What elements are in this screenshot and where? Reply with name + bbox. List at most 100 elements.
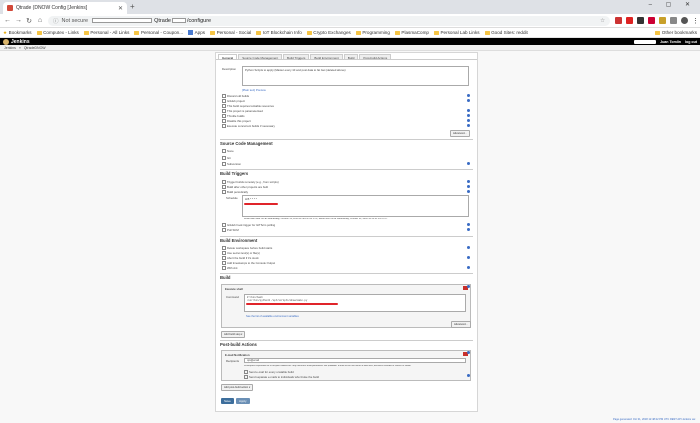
breadcrumb-item[interactable]: Jenkins: [4, 46, 16, 50]
logout-link[interactable]: log out: [685, 40, 697, 44]
extension-dark-icon[interactable]: [637, 17, 644, 24]
help-icon[interactable]: [467, 180, 470, 183]
help-icon[interactable]: [467, 109, 470, 112]
other-bookmarks[interactable]: Other bookmarks: [655, 30, 697, 35]
help-icon[interactable]: [467, 285, 470, 288]
env-delete-workspace[interactable]: Delete workspace before build starts: [222, 246, 272, 250]
add-post-build-action-button[interactable]: Add post-build action ▾: [221, 384, 254, 391]
menu-kebab-icon[interactable]: ⋮: [692, 17, 699, 25]
add-build-step-button[interactable]: Add build step ▾: [221, 331, 246, 338]
bookmark-item[interactable]: Good Sites: reddit: [484, 30, 528, 35]
scm-subversion-radio[interactable]: Subversion: [222, 162, 241, 166]
env-variables-link[interactable]: See the list of available environment va…: [246, 315, 299, 318]
trigger-periodically[interactable]: Build periodically: [222, 190, 248, 194]
build-advanced-button[interactable]: Advanced...: [451, 321, 471, 328]
help-icon[interactable]: [467, 228, 470, 231]
tab-post-build[interactable]: Post-build Actions: [359, 54, 392, 60]
help-icon[interactable]: [467, 223, 470, 226]
browser-tab[interactable]: Qtrade (DNOW Config [Jenkins] ✕: [3, 2, 127, 14]
email-individuals[interactable]: Send separate e-mails to individuals who…: [244, 375, 319, 379]
help-icon[interactable]: [467, 256, 470, 259]
back-arrow-icon[interactable]: ←: [4, 17, 11, 24]
help-icon[interactable]: [467, 114, 470, 117]
help-icon[interactable]: [467, 124, 470, 127]
info-icon[interactable]: ⓘ: [53, 17, 59, 25]
breadcrumb-item[interactable]: QtradeDNOW: [24, 46, 46, 50]
option-disable-project[interactable]: Disable this project: [222, 119, 251, 123]
description-textarea[interactable]: Python Scripts to apply (Master every 10…: [242, 66, 469, 86]
divider: [220, 139, 473, 140]
help-icon[interactable]: [467, 266, 470, 269]
help-icon[interactable]: [467, 374, 470, 377]
address-bar[interactable]: ⓘ Not secure Qtrade /configure ☆: [48, 15, 610, 26]
forward-arrow-icon[interactable]: →: [15, 17, 22, 24]
tab-scm[interactable]: Source Code Management: [238, 54, 283, 60]
save-button[interactable]: Save: [221, 398, 234, 404]
bookmark-item[interactable]: ★ Bookmarks: [3, 30, 32, 36]
bookmark-item[interactable]: Computex - Links: [36, 30, 79, 35]
help-icon[interactable]: [467, 351, 470, 354]
tab-build[interactable]: Build: [343, 54, 359, 60]
scm-none-radio[interactable]: None: [222, 149, 234, 153]
help-icon[interactable]: [467, 119, 470, 122]
schedule-textarea[interactable]: H/5 * * * *: [242, 195, 469, 217]
bookmark-item[interactable]: Personal - Coupon...: [134, 30, 183, 35]
trigger-github-hook[interactable]: GitHub hook trigger for GITScm polling: [222, 223, 275, 227]
trigger-after-other[interactable]: Build after other projects are built: [222, 185, 268, 189]
email-every-unstable[interactable]: Send e-mail for every unstable build: [244, 370, 294, 374]
trigger-poll-scm[interactable]: Poll SCM: [222, 228, 239, 232]
trigger-remote[interactable]: Trigger builds remotely (e.g., from scri…: [222, 180, 279, 184]
extension-lastpass-icon[interactable]: [648, 17, 655, 24]
help-icon[interactable]: [467, 185, 470, 188]
page-footer[interactable]: Page generated: Oct 31, 2018 12:48:22 PM…: [613, 418, 696, 421]
option-parameterised[interactable]: This project is parameterised: [222, 109, 263, 113]
env-abort-stuck[interactable]: Abort the build if it's stuck: [222, 256, 259, 260]
tab-general[interactable]: General: [218, 54, 238, 60]
help-icon[interactable]: [467, 99, 470, 102]
user-link[interactable]: Juan Tomlin: [660, 40, 681, 44]
bookmark-item[interactable]: Apps: [188, 30, 205, 35]
env-secret-text[interactable]: Use secret text(s) or file(s): [222, 251, 260, 255]
jenkins-brand[interactable]: Jenkins: [11, 39, 30, 45]
option-discard-old-builds[interactable]: Discard old builds: [222, 94, 249, 98]
option-throttle-builds[interactable]: Throttle builds: [222, 114, 245, 118]
profile-avatar[interactable]: [681, 17, 688, 24]
extension-yellow-icon[interactable]: [659, 17, 666, 24]
option-lockable-resources[interactable]: This build requires lockable resources: [222, 104, 274, 108]
help-icon[interactable]: [467, 162, 470, 165]
recipients-input[interactable]: ops@email: [244, 358, 466, 363]
bookmark-item[interactable]: Personal - Social: [210, 30, 251, 35]
bookmark-item[interactable]: PlasmaComp: [394, 30, 429, 35]
tab-build-environment[interactable]: Build Environment: [310, 54, 343, 60]
env-timestamps[interactable]: Add timestamps to the Console Output: [222, 261, 275, 265]
search-input[interactable]: [634, 39, 657, 44]
apply-button[interactable]: Apply: [236, 398, 250, 404]
bookmark-item[interactable]: IoT Blockchain Info: [256, 30, 302, 35]
new-tab-button[interactable]: +: [130, 2, 135, 12]
bookmark-item[interactable]: Programming: [355, 30, 390, 35]
bookmark-item[interactable]: Crypto Exchanges: [306, 30, 351, 35]
option-github-project[interactable]: GitHub project: [222, 99, 245, 103]
home-icon[interactable]: ⌂: [37, 17, 43, 24]
star-icon[interactable]: ☆: [600, 18, 605, 24]
help-icon[interactable]: [467, 94, 470, 97]
help-icon[interactable]: [467, 246, 470, 249]
redacted-mark: [244, 203, 278, 205]
bookmark-item[interactable]: Personal Lab Links: [433, 30, 480, 35]
extension-shield-icon[interactable]: [615, 17, 622, 24]
env-with-ant[interactable]: With Ant: [222, 266, 237, 270]
option-concurrent-builds[interactable]: Execute concurrent builds if necessary: [222, 124, 275, 128]
extension-red-icon[interactable]: [626, 17, 633, 24]
general-advanced-button[interactable]: Advanced...: [450, 130, 470, 137]
window-controls[interactable]: – ▢ ✕: [649, 1, 696, 8]
reload-icon[interactable]: ↻: [26, 17, 32, 25]
preview-link[interactable]: [Plain text] Preview: [242, 88, 266, 92]
extension-gray-icon[interactable]: [670, 17, 677, 24]
tab-build-triggers[interactable]: Build Triggers: [283, 54, 310, 60]
jenkins-logo-icon[interactable]: [3, 38, 9, 45]
close-tab-icon[interactable]: ✕: [118, 5, 123, 12]
scm-git-radio[interactable]: Git: [222, 156, 231, 160]
help-icon[interactable]: [467, 190, 470, 193]
bookmark-item[interactable]: Personal - All Links: [83, 30, 129, 35]
browser-tab-strip: Qtrade (DNOW Config [Jenkins] ✕ + – ▢ ✕: [0, 0, 700, 14]
